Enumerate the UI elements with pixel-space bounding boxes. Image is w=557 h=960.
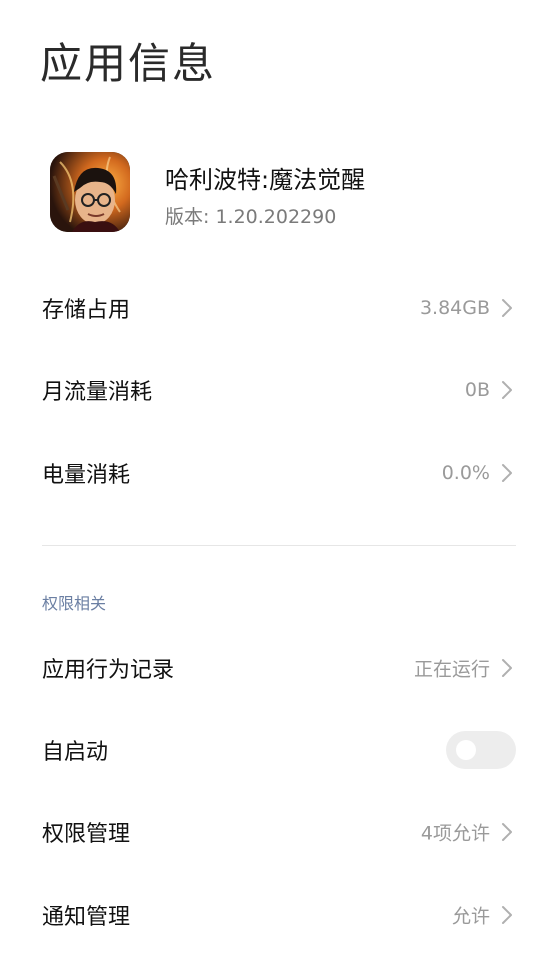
page-title: 应用信息 (40, 39, 217, 88)
app-header: 哈利波特:魔法觉醒 版本: 1.20.202290 (50, 152, 520, 234)
data-usage-label: 月流量消耗 (42, 380, 153, 405)
autostart-label: 自启动 (42, 740, 109, 765)
permission-manage-label: 权限管理 (42, 822, 131, 847)
permissions-section-title: 权限相关 (42, 594, 107, 613)
app-icon (50, 152, 130, 232)
chevron-right-icon (502, 823, 512, 841)
battery-row[interactable]: 电量消耗 0.0% (42, 443, 516, 503)
chevron-right-icon (502, 299, 512, 317)
harry-potter-app-icon (50, 152, 130, 232)
battery-label: 电量消耗 (42, 463, 131, 488)
app-name: 哈利波特:魔法觉醒 (165, 166, 366, 194)
storage-label: 存储占用 (42, 298, 131, 323)
storage-row[interactable]: 存储占用 3.84GB (42, 278, 516, 338)
autostart-row[interactable]: 自启动 (42, 720, 516, 780)
chevron-right-icon (502, 906, 512, 924)
behavior-log-label: 应用行为记录 (42, 658, 175, 683)
section-divider (42, 545, 516, 546)
permission-manage-value: 4项允许 (420, 822, 490, 845)
toggle-knob (456, 740, 476, 760)
behavior-log-row[interactable]: 应用行为记录 正在运行 (42, 638, 516, 698)
chevron-right-icon (502, 381, 512, 399)
permission-manage-row[interactable]: 权限管理 4项允许 (42, 802, 516, 862)
chevron-right-icon (502, 659, 512, 677)
chevron-right-icon (502, 464, 512, 482)
storage-value: 3.84GB (419, 297, 490, 319)
notification-manage-row[interactable]: 通知管理 允许 (42, 885, 516, 945)
notification-manage-label: 通知管理 (42, 905, 131, 930)
behavior-log-value: 正在运行 (413, 658, 490, 681)
data-usage-row[interactable]: 月流量消耗 0B (42, 360, 516, 420)
data-usage-value: 0B (464, 379, 490, 401)
notification-manage-value: 允许 (451, 905, 490, 928)
autostart-toggle[interactable] (446, 731, 516, 769)
app-version: 版本: 1.20.202290 (165, 206, 337, 228)
battery-value: 0.0% (441, 462, 490, 484)
